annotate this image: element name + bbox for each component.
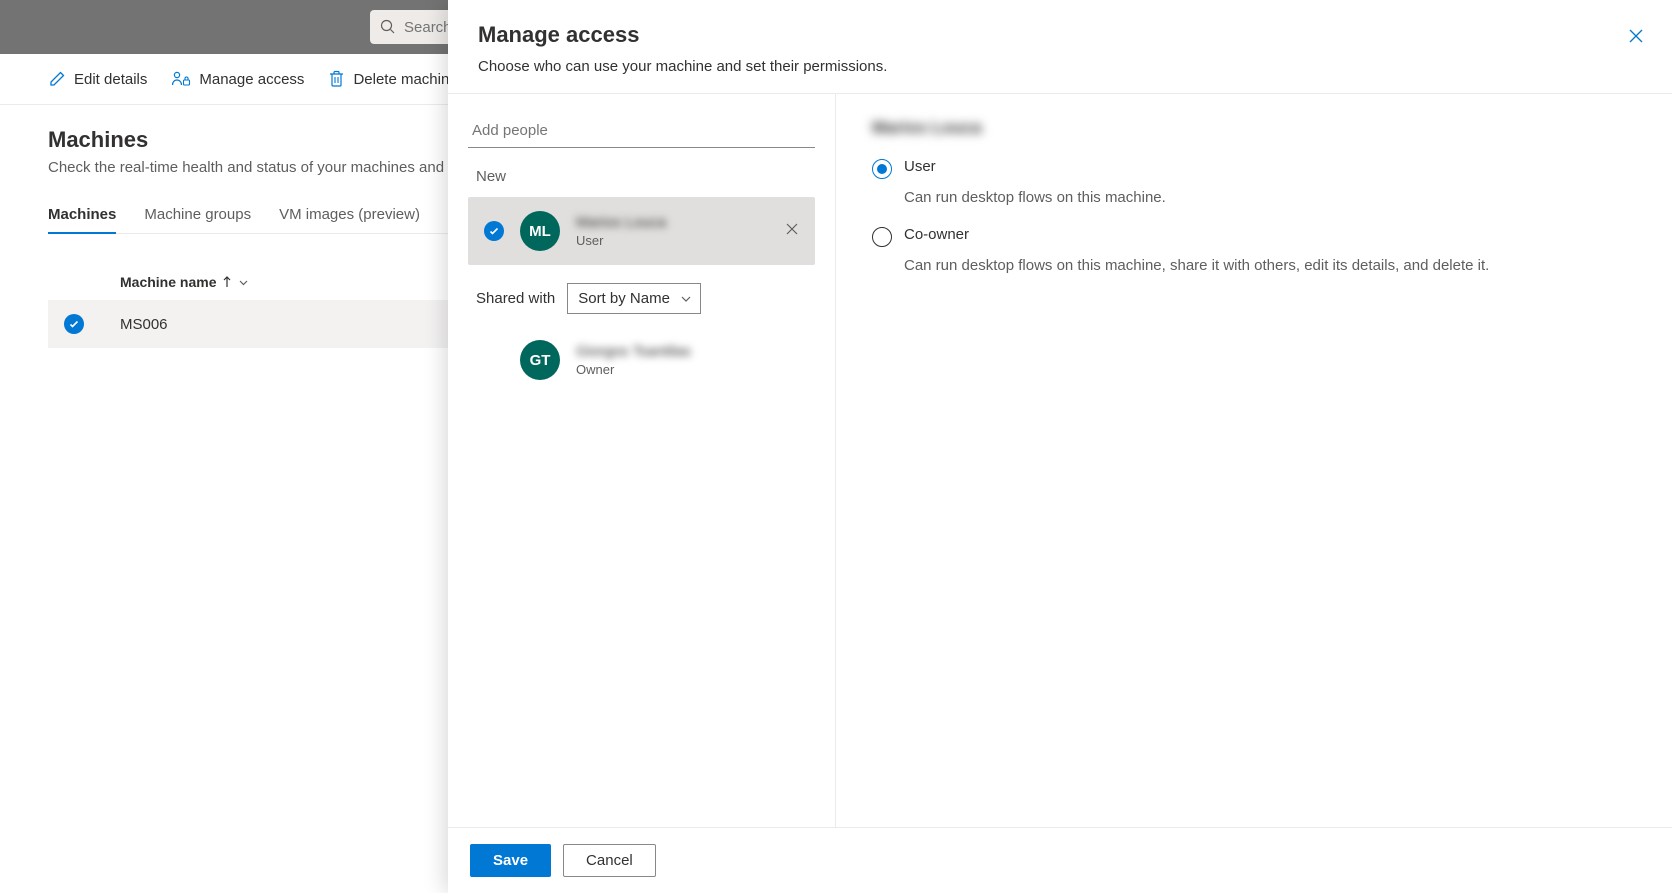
cmd-edit-details[interactable]: Edit details (48, 70, 147, 88)
radio-coowner[interactable]: Co-owner (872, 226, 1636, 247)
cmd-delete-machine[interactable]: Delete machine (328, 70, 457, 88)
radio-desc: Can run desktop flows on this machine. (904, 187, 1636, 208)
panel-footer: Save Cancel (448, 827, 1672, 893)
radio-user[interactable]: User (872, 158, 1636, 179)
person-name: Marios Louca (576, 214, 769, 231)
cmd-label: Edit details (74, 71, 147, 88)
people-lock-icon (171, 70, 191, 88)
panel-subtitle: Choose who can use your machine and set … (478, 58, 1642, 75)
close-icon (1628, 28, 1644, 44)
close-button[interactable] (1628, 28, 1644, 49)
column-label: Machine name (120, 274, 216, 290)
manage-access-panel: Manage access Choose who can use your ma… (448, 0, 1672, 893)
panel-header: Manage access Choose who can use your ma… (448, 0, 1672, 94)
shared-with-label: Shared with (476, 290, 555, 307)
new-section-label: New (476, 168, 815, 185)
machine-name-cell: MS006 (120, 316, 168, 333)
trash-icon (328, 70, 345, 88)
remove-person-button[interactable] (785, 222, 799, 241)
radio-desc: Can run desktop flows on this machine, s… (904, 255, 1636, 276)
cancel-button[interactable]: Cancel (563, 844, 656, 877)
save-button[interactable]: Save (470, 844, 551, 877)
sort-select[interactable]: Sort by Name (567, 283, 701, 314)
radio-label: User (904, 158, 936, 179)
radio-button[interactable] (872, 159, 892, 179)
row-checkbox[interactable] (64, 314, 84, 334)
checkmark-icon (68, 318, 80, 330)
tab-machines[interactable]: Machines (48, 198, 116, 233)
chevron-down-icon (238, 277, 249, 288)
cmd-label: Manage access (199, 71, 304, 88)
search-icon (380, 19, 396, 35)
person-role: Owner (576, 362, 799, 377)
tab-machine-groups[interactable]: Machine groups (144, 198, 251, 233)
sort-up-icon (222, 276, 232, 288)
close-icon (785, 222, 799, 236)
radio-label: Co-owner (904, 226, 969, 247)
person-row-new[interactable]: ML Marios Louca User (468, 197, 815, 265)
add-people-input[interactable] (468, 114, 815, 148)
person-role: User (576, 233, 769, 248)
checkmark-icon (488, 225, 500, 237)
panel-left: New ML Marios Louca User Shared with Sor… (448, 94, 836, 827)
pencil-icon (48, 70, 66, 88)
selected-person-name: Marios Louca (872, 118, 1636, 138)
person-row-shared[interactable]: GT Giorgos Tsantilas Owner (468, 326, 815, 394)
panel-body: New ML Marios Louca User Shared with Sor… (448, 94, 1672, 827)
person-name: Giorgos Tsantilas (576, 343, 799, 360)
avatar: ML (520, 211, 560, 251)
person-checkbox[interactable] (484, 221, 504, 241)
panel-title: Manage access (478, 22, 1642, 48)
tab-vm-images[interactable]: VM images (preview) (279, 198, 420, 233)
avatar: GT (520, 340, 560, 380)
cmd-label: Delete machine (353, 71, 457, 88)
column-machine-name[interactable]: Machine name (120, 274, 249, 290)
shared-with-row: Shared with Sort by Name (476, 283, 815, 314)
cmd-manage-access[interactable]: Manage access (171, 70, 304, 88)
panel-right: Marios Louca User Can run desktop flows … (836, 94, 1672, 827)
radio-button[interactable] (872, 227, 892, 247)
